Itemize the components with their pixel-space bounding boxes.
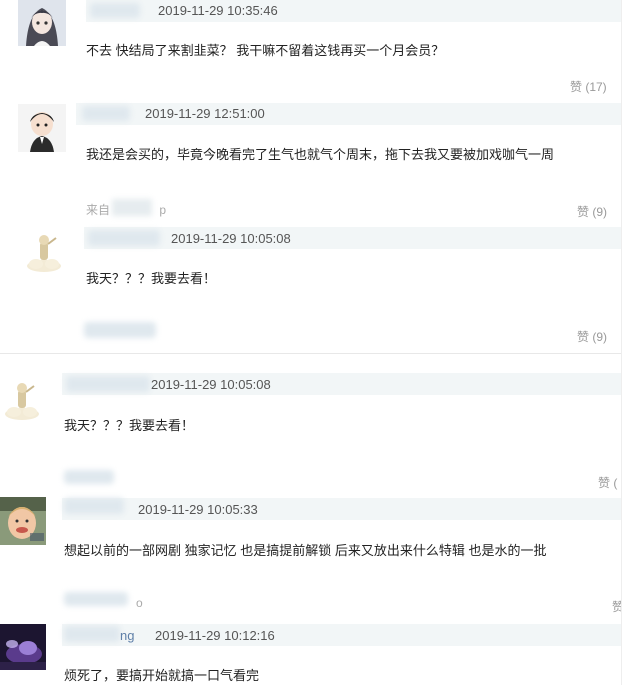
comment-4-text: 我天？？？我要去看！ xyxy=(64,418,195,433)
comment-5-time: 2019-11-29 10:05:33 xyxy=(138,502,258,517)
comment-6-username-blur[interactable] xyxy=(64,626,120,642)
comment-2-like-button[interactable]: 赞 (9) xyxy=(577,203,607,220)
comment-6-username-tail[interactable]: ng xyxy=(120,628,134,643)
comment-1-like-button[interactable]: 赞 (17) xyxy=(570,78,607,95)
avatar-6[interactable] xyxy=(0,624,46,670)
cloud-figure-avatar-icon xyxy=(20,228,68,276)
comment-5-text: 想起以前的一部网剧 独家记忆 也是搞提前解锁 后来又放出来什么特辑 也是水的一批 xyxy=(64,543,547,558)
comment-6-text: 烦死了，要搞开始就搞一口气看完 xyxy=(64,668,260,683)
cloud-figure-avatar-icon xyxy=(0,376,48,424)
comment-6-time: 2019-11-29 10:12:16 xyxy=(155,628,275,643)
comment-3-time: 2019-11-29 10:05:08 xyxy=(171,231,291,246)
comment-2-source-prefix: 来自 xyxy=(86,203,111,217)
comment-3-header xyxy=(84,227,622,249)
comment-3-username[interactable] xyxy=(88,230,160,246)
comment-6-header xyxy=(62,624,622,646)
comment-5-source: o xyxy=(136,596,143,610)
comment-4-like-button[interactable]: 赞 ( xyxy=(598,474,617,491)
comment-2-username[interactable] xyxy=(82,106,130,121)
avatar-2[interactable] xyxy=(18,104,66,152)
comment-3-text: 我天？？？我要去看！ xyxy=(86,271,217,286)
avatar-1[interactable] xyxy=(18,0,66,46)
child-photo-avatar-icon xyxy=(0,497,46,545)
comment-1-username[interactable] xyxy=(90,3,140,18)
comment-2-source: 来自 p xyxy=(86,199,167,218)
divider-1 xyxy=(0,353,622,354)
purple-photo-avatar-icon xyxy=(0,624,46,670)
comment-2-source-suffix: p xyxy=(159,203,167,217)
comment-5-source-blur xyxy=(64,592,128,606)
comment-4-username[interactable] xyxy=(66,376,150,392)
girl-avatar-icon xyxy=(18,0,66,46)
comment-3-like-button[interactable]: 赞 (9) xyxy=(577,328,607,345)
comment-1-text: 不去 快结局了来割韭菜？ 我干嘛不留着这钱再买一个月会员？ xyxy=(86,43,445,58)
comment-2-source-blur xyxy=(112,199,152,216)
comment-3-source-blur xyxy=(84,322,156,338)
comment-1-time: 2019-11-29 10:35:46 xyxy=(158,3,278,18)
comment-4-source-blur xyxy=(64,470,114,484)
comment-2-text: 我还是会买的，毕竟今晚看完了生气也就气个周末，拖下去我又要被加戏咖气一周 xyxy=(86,147,555,162)
comment-4-time: 2019-11-29 10:05:08 xyxy=(151,377,271,392)
comment-5-username[interactable] xyxy=(64,498,124,514)
comment-2-time: 2019-11-29 12:51:00 xyxy=(145,106,265,121)
boy-avatar-icon xyxy=(18,104,66,152)
avatar-5[interactable] xyxy=(0,497,46,545)
avatar-4[interactable] xyxy=(0,376,48,424)
avatar-3[interactable] xyxy=(20,228,68,276)
